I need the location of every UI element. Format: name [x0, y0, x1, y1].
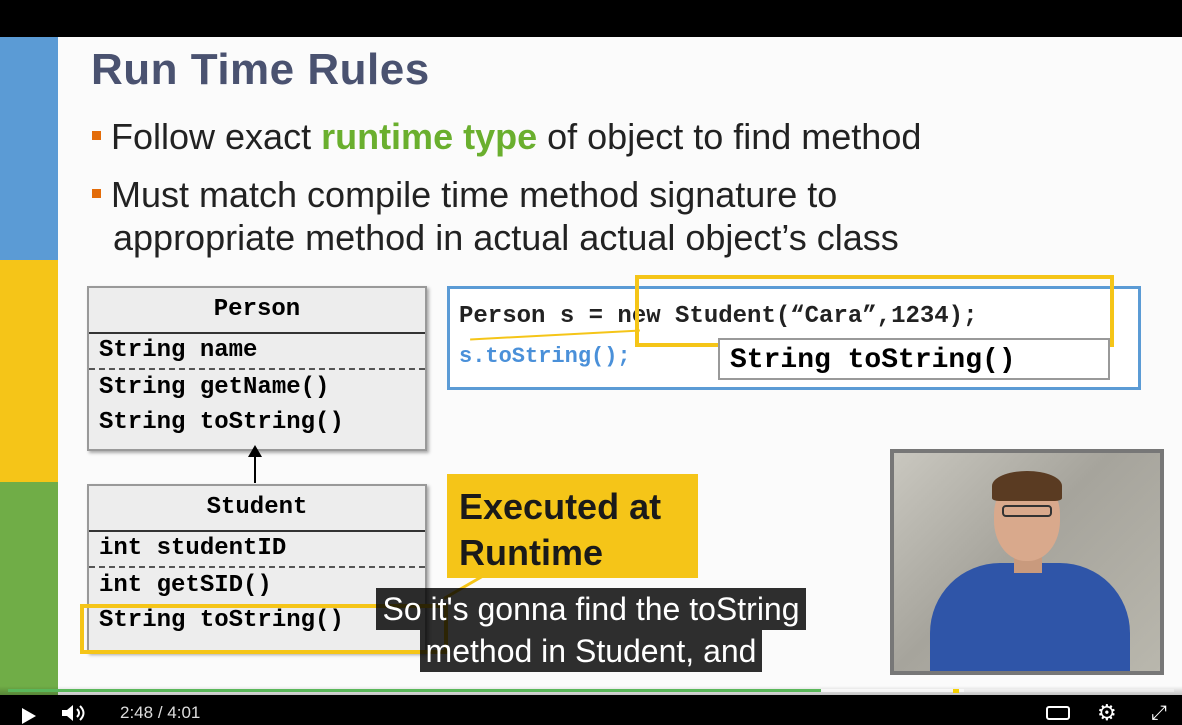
inheritance-arrowhead — [248, 445, 262, 457]
bullet-2-line2: appropriate method in actual actual obje… — [113, 217, 899, 258]
class-name: Person — [89, 288, 425, 334]
bullet-1-highlight: runtime type — [321, 116, 538, 157]
presenter-hair — [992, 471, 1062, 501]
caption-line-2: method in Student, and — [0, 630, 1182, 672]
slide-stripe-yellow — [0, 260, 58, 482]
class-method: String toString() — [99, 409, 344, 436]
duration: 4:01 — [167, 703, 201, 722]
current-time: 2:48 — [120, 703, 154, 722]
code-line-2: s.toString(); — [459, 344, 631, 369]
caption-line-1: So it's gonna find the toString — [0, 588, 1182, 630]
fullscreen-icon[interactable]: ⤢ — [1151, 703, 1167, 723]
class-name: Student — [89, 486, 425, 532]
executed-at-runtime-label: Executed at Runtime — [447, 474, 698, 578]
video-top-bar — [0, 0, 1182, 37]
time-display: 2:48 / 4:01 — [120, 703, 200, 723]
caption-text: method in Student, and — [419, 630, 763, 672]
bullet-1-post: of object to find method — [537, 116, 922, 157]
bullet-marker — [92, 130, 101, 140]
class-method: String getName() — [99, 374, 330, 401]
bullet-1: Follow exact runtime type of object to f… — [92, 115, 921, 159]
play-icon[interactable] — [22, 708, 36, 724]
new-student-highlight — [635, 275, 1114, 347]
volume-icon[interactable] — [60, 705, 90, 721]
bullet-2: Must match compile time method signature… — [92, 173, 837, 217]
class-field: String name — [89, 334, 425, 370]
slide-title: Run Time Rules — [91, 45, 430, 94]
gear-icon[interactable]: ⚙ — [1097, 702, 1117, 724]
bullet-marker — [92, 188, 101, 198]
class-field: int studentID — [89, 532, 425, 568]
person-class-box: Person String name String getName() Stri… — [87, 286, 427, 451]
captions-icon[interactable] — [1046, 706, 1070, 720]
caption-text: So it's gonna find the toString — [376, 588, 806, 630]
progress-bar[interactable] — [8, 689, 1174, 692]
buffer-bar — [820, 689, 965, 692]
tostring-popup: String toString() — [718, 338, 1110, 380]
progress-scrubber[interactable] — [953, 689, 959, 693]
presenter-glasses — [1002, 505, 1052, 517]
bullet-2-line1: Must match compile time method signature… — [111, 174, 838, 215]
executed-line-1: Executed at — [459, 486, 662, 527]
time-separator: / — [157, 703, 163, 722]
bullet-1-pre: Follow exact — [111, 116, 322, 157]
slide-stripe-blue — [0, 37, 58, 260]
progress-fill — [8, 689, 821, 692]
